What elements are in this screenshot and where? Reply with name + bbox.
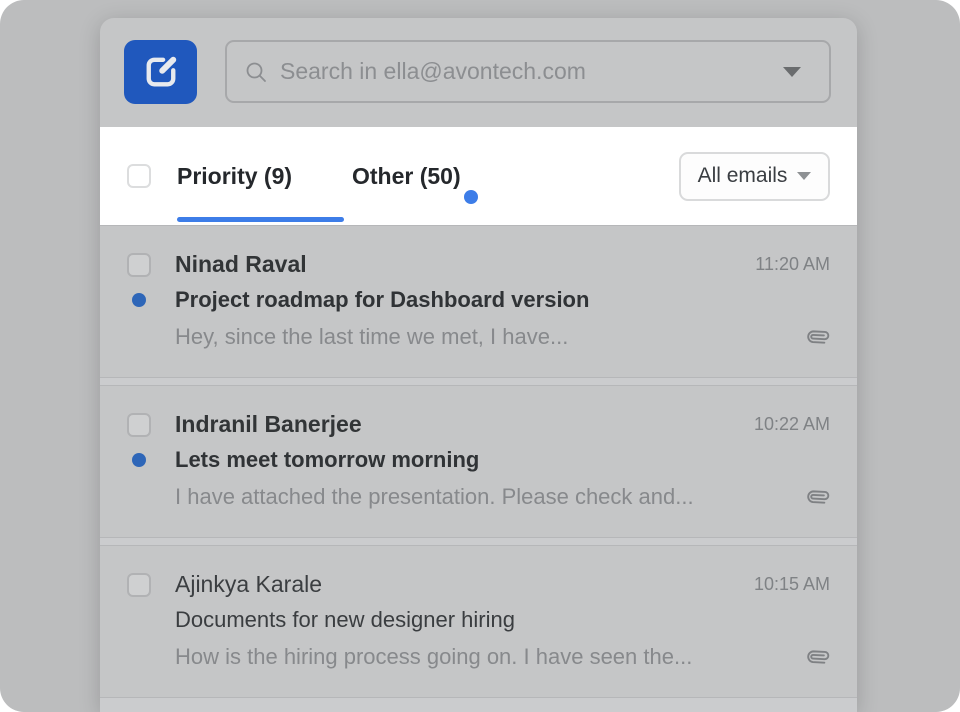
email-row-header: Ninad Raval 11:20 AM xyxy=(127,251,830,278)
compose-button[interactable] xyxy=(124,40,197,104)
select-all-checkbox[interactable] xyxy=(127,164,151,188)
tab-other[interactable]: Other (50) xyxy=(352,127,461,225)
email-snippet: How is the hiring process going on. I ha… xyxy=(175,644,792,670)
email-row[interactable]: Ajinkya Karale 10:15 AM Documents for ne… xyxy=(100,545,857,698)
search-bar[interactable] xyxy=(225,40,831,103)
email-row-subject-line: Project roadmap for Dashboard version xyxy=(127,287,830,313)
email-subject: Documents for new designer hiring xyxy=(175,607,515,633)
all-emails-dropdown[interactable]: All emails xyxy=(679,152,830,201)
attachment-icon xyxy=(806,645,830,669)
tabs-bar: Priority (9) Other (50) All emails xyxy=(100,127,857,225)
email-row-subject-line: Lets meet tomorrow morning xyxy=(127,447,830,473)
unread-dot-column xyxy=(127,453,151,467)
email-row-subject-line: Documents for new designer hiring xyxy=(127,607,830,633)
email-sender: Ninad Raval xyxy=(175,251,755,278)
app-screenshot: Priority (9) Other (50) All emails Ninad… xyxy=(0,0,960,712)
unread-dot xyxy=(132,293,146,307)
unread-indicator-dot xyxy=(464,190,478,204)
email-checkbox[interactable] xyxy=(127,253,151,277)
email-time: 11:20 AM xyxy=(755,254,830,275)
search-input[interactable] xyxy=(280,58,783,85)
email-row-header: Indranil Banerjee 10:22 AM xyxy=(127,411,830,438)
attachment-icon xyxy=(806,485,830,509)
email-sender: Ajinkya Karale xyxy=(175,571,754,598)
email-checkbox[interactable] xyxy=(127,573,151,597)
email-sender: Indranil Banerjee xyxy=(175,411,754,438)
email-snippet: I have attached the presentation. Please… xyxy=(175,484,792,510)
email-subject: Lets meet tomorrow morning xyxy=(175,447,479,473)
unread-dot-column xyxy=(127,613,151,627)
email-row[interactable]: Ninad Raval 11:20 AM Project roadmap for… xyxy=(100,225,857,378)
all-emails-label: All emails xyxy=(698,164,788,188)
compose-icon xyxy=(140,51,182,93)
email-time: 10:15 AM xyxy=(754,574,830,595)
email-list: Ninad Raval 11:20 AM Project roadmap for… xyxy=(100,225,857,712)
email-row-header: Ajinkya Karale 10:15 AM xyxy=(127,571,830,598)
email-subject: Project roadmap for Dashboard version xyxy=(175,287,589,313)
tab-other-label: Other (50) xyxy=(352,163,461,189)
attachment-icon xyxy=(806,325,830,349)
email-app-window: Priority (9) Other (50) All emails Ninad… xyxy=(100,18,857,712)
email-row-snippet-line: Hey, since the last time we met, I have.… xyxy=(127,324,830,350)
search-icon xyxy=(244,60,268,84)
tab-other-label-wrap: Other (50) xyxy=(352,163,461,190)
unread-dot-column xyxy=(127,293,151,307)
email-time: 10:22 AM xyxy=(754,414,830,435)
email-checkbox[interactable] xyxy=(127,413,151,437)
tab-priority[interactable]: Priority (9) xyxy=(177,127,344,225)
email-row-snippet-line: How is the hiring process going on. I ha… xyxy=(127,644,830,670)
search-dropdown-caret-icon[interactable] xyxy=(783,67,801,77)
filter-caret-icon xyxy=(797,172,811,180)
email-row-snippet-line: I have attached the presentation. Please… xyxy=(127,484,830,510)
email-snippet: Hey, since the last time we met, I have.… xyxy=(175,324,792,350)
tab-priority-label: Priority (9) xyxy=(177,163,292,190)
search-toolbar xyxy=(100,18,857,127)
email-row[interactable]: Indranil Banerjee 10:22 AM Lets meet tom… xyxy=(100,385,857,538)
unread-dot xyxy=(132,453,146,467)
